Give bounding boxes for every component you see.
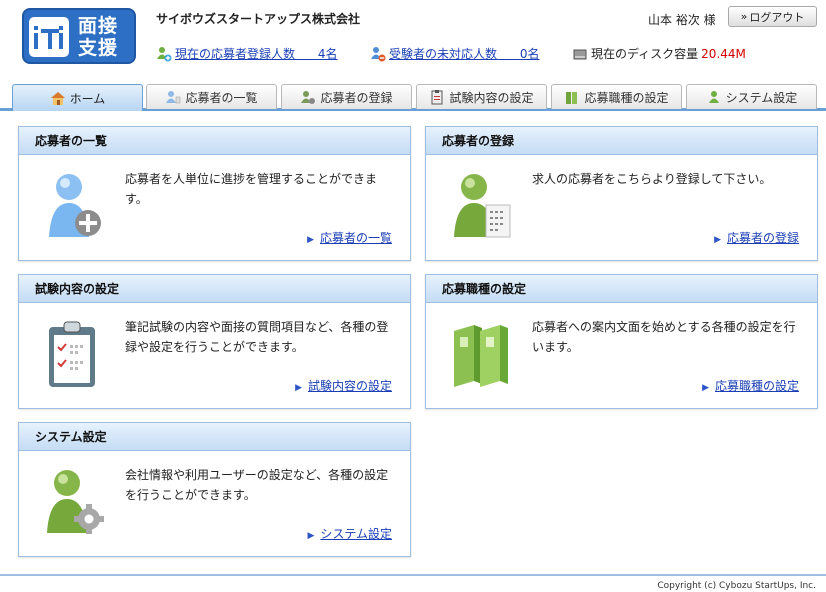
panel-title: 応募者の登録	[426, 127, 817, 155]
panel-title: 応募者の一覧	[19, 127, 410, 155]
logo-text: 面接 支援	[78, 15, 119, 59]
panel-applicant-register: 応募者の登録 求人の応募者をこちらより登録して下さい。 ▶ 応募者の登録	[425, 126, 818, 261]
person-add-icon	[156, 46, 172, 62]
logout-button[interactable]: » ログアウト	[728, 6, 817, 27]
binder-icon	[564, 89, 580, 105]
applicant-register-link[interactable]: ▶ 応募者の登録	[714, 229, 799, 246]
panel-description: 応募者への案内文面を始めとする各種の設定を行います。	[532, 320, 796, 354]
header: 面接 支援 サイボウズスタートアップス株式会社 山本 裕次 様 » ログアウト …	[0, 0, 826, 82]
panel-system-settings: システム設定 会社情報や利用ユーザーの設定など、各種の設定を行うことができます。…	[18, 422, 411, 557]
registered-applicants-link[interactable]: 現在の応募者登録人数 4名	[175, 45, 338, 62]
person-form-icon	[450, 169, 514, 243]
copyright-text: Copyright (c) Cybozu StartUps, Inc.	[657, 581, 816, 591]
binders-icon	[450, 317, 514, 391]
triangle-right-icon: ▶	[714, 235, 721, 245]
triangle-right-icon: ▶	[702, 383, 709, 393]
person-alert-icon	[370, 46, 386, 62]
person-add-icon	[300, 89, 316, 105]
tab-home[interactable]: ホーム	[12, 84, 143, 111]
system-settings-link[interactable]: ▶ システム設定	[307, 525, 392, 542]
tab-job-settings[interactable]: 応募職種の設定	[551, 84, 682, 109]
hard-disk-icon	[572, 46, 588, 62]
user-name: 山本 裕次 様	[648, 13, 716, 27]
exam-settings-link[interactable]: ▶ 試験内容の設定	[295, 377, 392, 394]
person-gear-icon	[43, 465, 107, 539]
house-icon	[50, 90, 66, 106]
clipboard-icon	[429, 89, 445, 105]
tab-applicant-register[interactable]: 応募者の登録	[281, 84, 412, 109]
person-gear-icon	[706, 89, 722, 105]
triangle-right-icon: ▶	[307, 235, 314, 245]
panel-title: 試験内容の設定	[19, 275, 410, 303]
panel-description: 求人の応募者をこちらより登録して下さい。	[532, 172, 772, 186]
panel-title: 応募職種の設定	[426, 275, 817, 303]
panel-exam-settings: 試験内容の設定 筆記試験の内容や面接の質問項目など、各種の登録や設定を行うことが…	[18, 274, 411, 409]
tab-applicant-list[interactable]: 応募者の一覧	[146, 84, 277, 109]
triangle-right-icon: ▶	[295, 383, 302, 393]
applicant-list-link[interactable]: ▶ 応募者の一覧	[307, 229, 392, 246]
triangle-right-icon: ▶	[307, 531, 315, 541]
disk-usage-value: 20.44M	[701, 46, 746, 61]
disk-usage-label: 現在のディスク容量	[591, 47, 699, 61]
tab-system-settings[interactable]: システム設定	[686, 84, 817, 109]
double-chevron-right-icon: »	[740, 10, 748, 23]
panel-description: 会社情報や利用ユーザーの設定など、各種の設定を行うことができます。	[125, 468, 389, 502]
clipboard-check-icon	[43, 317, 107, 391]
pending-examinees-stat: 受験者の未対応人数 0名	[370, 45, 540, 62]
company-name: サイボウズスタートアップス株式会社	[156, 12, 361, 26]
pending-examinees-link[interactable]: 受験者の未対応人数 0名	[389, 45, 540, 62]
panel-description: 筆記試験の内容や面接の質問項目など、各種の登録や設定を行うことができます。	[125, 320, 389, 354]
panel-job-settings: 応募職種の設定 応募者への案内文面を始めとする各種の設定を行います。 ▶ 応募職種…	[425, 274, 818, 409]
main-tabs: ホーム 応募者の一覧 応募者の登録 試験内容の設定 応募職種の設定 システム設定	[0, 82, 826, 111]
person-plus-icon	[43, 169, 107, 243]
panel-description: 応募者を人単位に進捗を管理することができます。	[125, 172, 378, 206]
panel-title: システム設定	[19, 423, 410, 451]
logo-mark-icon	[29, 17, 69, 57]
panel-applicant-list: 応募者の一覧 応募者を人単位に進捗を管理することができます。 ▶ 応募者の一覧	[18, 126, 411, 261]
logout-label: ログアウト	[749, 10, 805, 24]
footer: Copyright (c) Cybozu StartUps, Inc.	[0, 574, 826, 592]
registered-applicants-stat: 現在の応募者登録人数 4名	[156, 45, 338, 62]
tab-exam-settings[interactable]: 試験内容の設定	[416, 84, 547, 109]
app-logo[interactable]: 面接 支援	[22, 8, 136, 64]
disk-usage-stat: 現在のディスク容量 20.44M	[572, 45, 746, 62]
job-settings-link[interactable]: ▶ 応募職種の設定	[702, 377, 799, 394]
person-list-icon	[165, 89, 181, 105]
